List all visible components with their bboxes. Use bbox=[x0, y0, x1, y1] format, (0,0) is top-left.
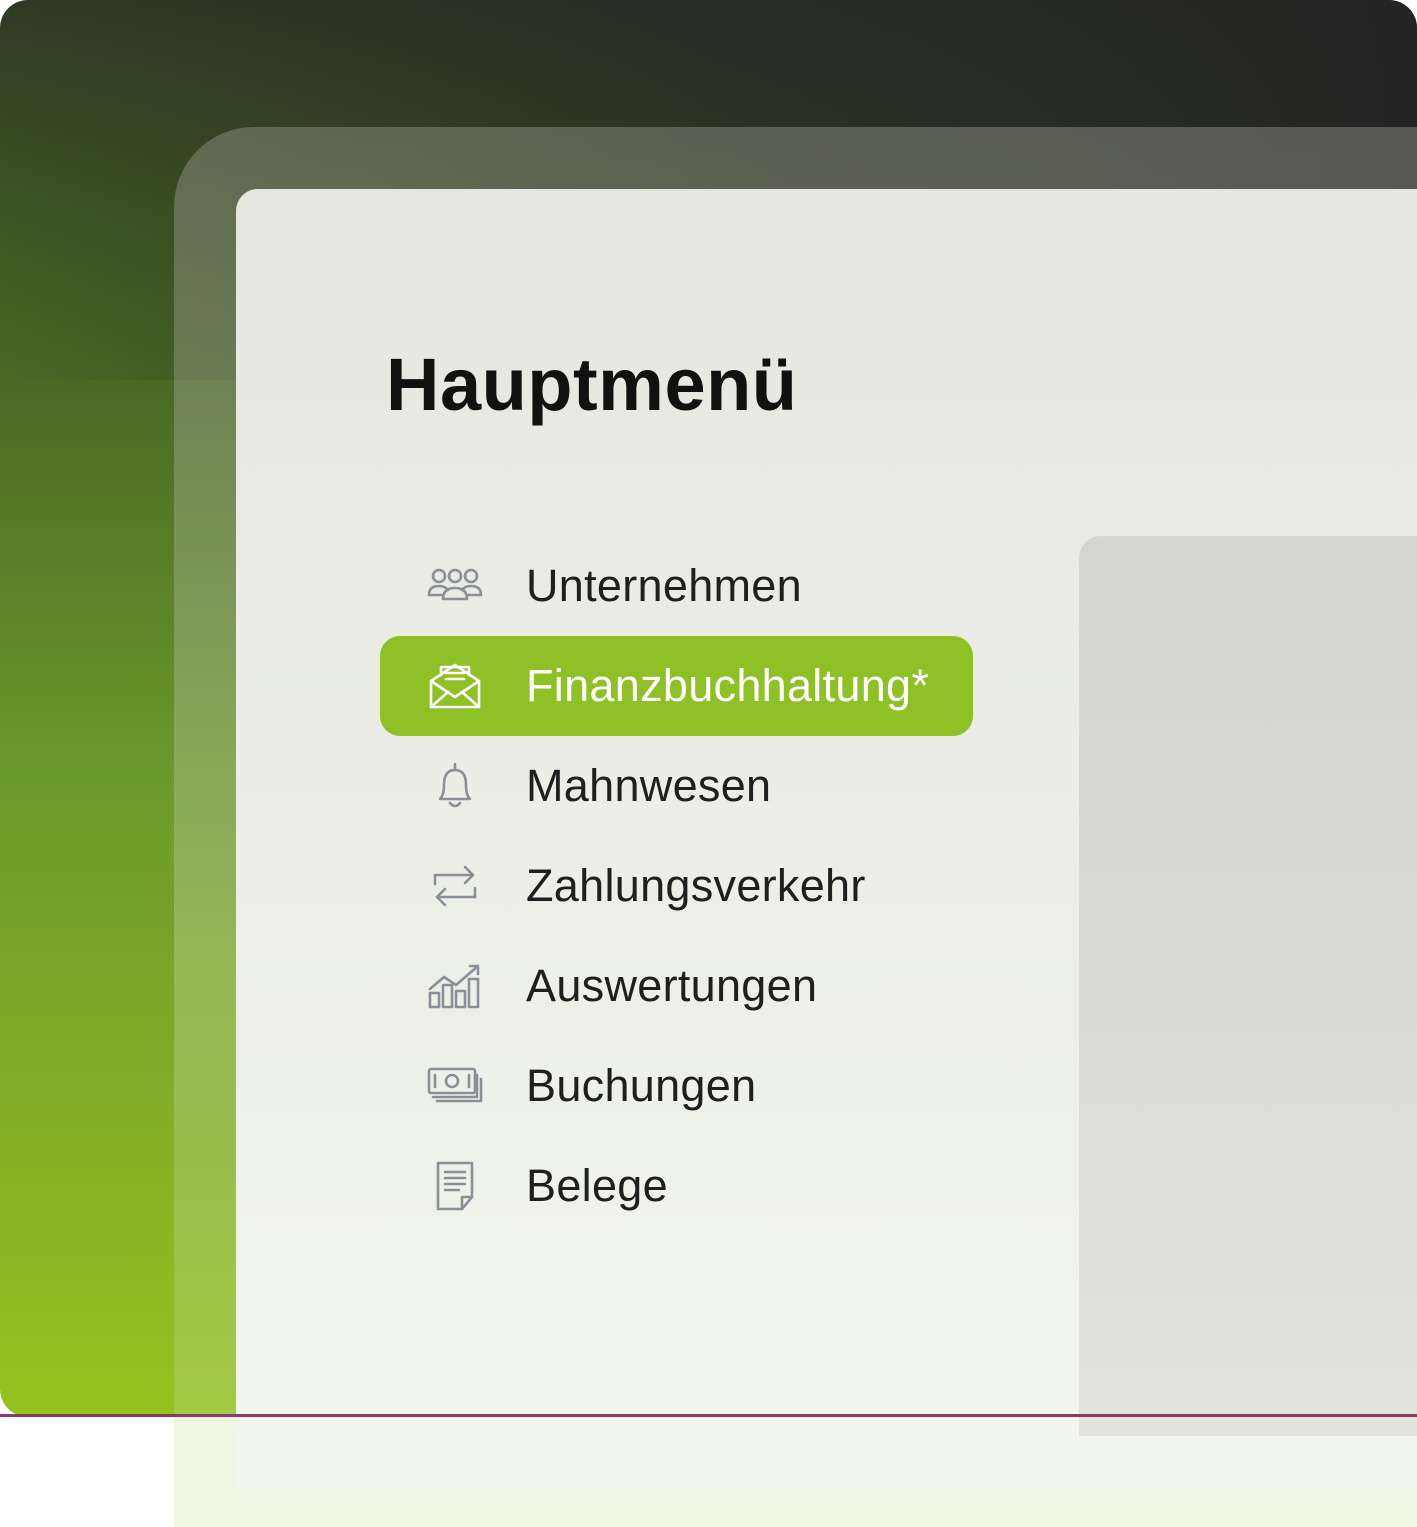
bell-icon bbox=[426, 761, 484, 811]
menu-item-auswertungen[interactable]: Auswertungen bbox=[380, 936, 980, 1036]
chart-trend-icon bbox=[426, 961, 484, 1011]
menu-item-label: Belege bbox=[526, 1160, 668, 1212]
menu-item-finanzbuchhaltung[interactable]: Finanzbuchhaltung* bbox=[380, 636, 973, 736]
content-card bbox=[1079, 536, 1417, 1436]
menu-item-unternehmen[interactable]: Unternehmen bbox=[380, 536, 980, 636]
menu-item-label: Buchungen bbox=[526, 1060, 756, 1112]
menu-item-buchungen[interactable]: Buchungen bbox=[380, 1036, 980, 1136]
main-menu: Unternehmen Finanzbuchhaltung* bbox=[380, 536, 980, 1236]
document-icon bbox=[426, 1161, 484, 1211]
arrows-exchange-icon bbox=[426, 861, 484, 911]
menu-item-label: Zahlungsverkehr bbox=[526, 860, 866, 912]
menu-item-label: Finanzbuchhaltung* bbox=[526, 660, 929, 712]
menu-item-label: Mahnwesen bbox=[526, 760, 771, 812]
users-group-icon bbox=[426, 561, 484, 611]
menu-item-label: Unternehmen bbox=[526, 560, 802, 612]
menu-item-zahlungsverkehr[interactable]: Zahlungsverkehr bbox=[380, 836, 980, 936]
menu-item-mahnwesen[interactable]: Mahnwesen bbox=[380, 736, 980, 836]
envelope-open-icon bbox=[426, 661, 484, 711]
menu-item-belege[interactable]: Belege bbox=[380, 1136, 980, 1236]
page-title: Hauptmenü bbox=[386, 342, 798, 427]
menu-item-label: Auswertungen bbox=[526, 960, 817, 1012]
banknotes-icon bbox=[426, 1061, 484, 1111]
